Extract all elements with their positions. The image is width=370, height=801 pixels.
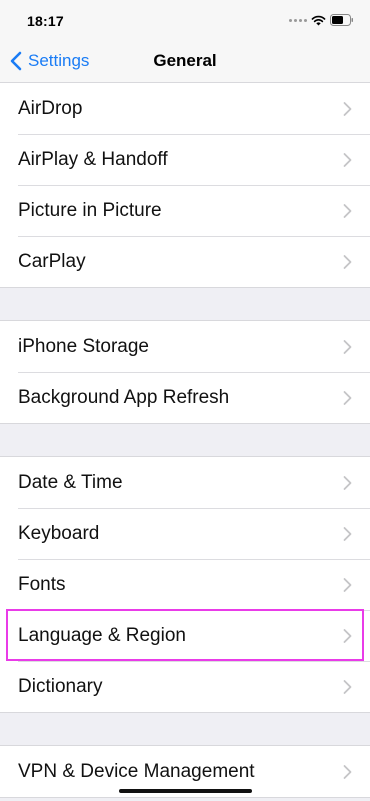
status-bar: 18:17 (0, 0, 370, 40)
home-indicator[interactable] (119, 789, 252, 793)
list-item-keyboard[interactable]: Keyboard (0, 508, 370, 559)
chevron-right-icon (343, 628, 352, 643)
settings-list: AirDrop AirPlay & Handoff Picture in Pic… (0, 83, 370, 798)
list-item-label: Picture in Picture (18, 199, 162, 221)
list-item-airplay-handoff[interactable]: AirPlay & Handoff (0, 134, 370, 185)
wifi-icon (311, 15, 326, 25)
chevron-right-icon (343, 152, 352, 167)
list-item-picture-in-picture[interactable]: Picture in Picture (0, 185, 370, 236)
list-item-date-time[interactable]: Date & Time (0, 457, 370, 508)
list-item-label: iPhone Storage (18, 335, 149, 357)
chevron-right-icon (343, 203, 352, 218)
list-item-label: VPN & Device Management (18, 760, 255, 782)
list-item-label: Keyboard (18, 522, 100, 544)
list-item-label: Background App Refresh (18, 386, 230, 408)
list-item-background-app-refresh[interactable]: Background App Refresh (0, 372, 370, 423)
section-spacer (0, 713, 370, 745)
navigation-bar: Settings General (0, 40, 370, 83)
signal-dots-icon (289, 18, 307, 22)
list-item-label: Fonts (18, 573, 66, 595)
list-item-language-region[interactable]: Language & Region (0, 610, 370, 661)
list-item-fonts[interactable]: Fonts (0, 559, 370, 610)
list-item-dictionary[interactable]: Dictionary (0, 661, 370, 712)
chevron-right-icon (343, 475, 352, 490)
status-icons (289, 14, 354, 26)
chevron-right-icon (343, 254, 352, 269)
settings-group-storage: iPhone Storage Background App Refresh (0, 320, 370, 424)
list-item-label: AirDrop (18, 97, 83, 119)
chevron-right-icon (343, 390, 352, 405)
settings-group-connectivity: AirDrop AirPlay & Handoff Picture in Pic… (0, 83, 370, 288)
battery-icon (330, 14, 353, 26)
section-spacer (0, 424, 370, 456)
chevron-right-icon (343, 101, 352, 116)
status-time: 18:17 (27, 13, 64, 29)
settings-group-locale: Date & Time Keyboard Fonts Language & Re… (0, 456, 370, 713)
chevron-right-icon (343, 577, 352, 592)
section-spacer (0, 288, 370, 320)
list-item-label: AirPlay & Handoff (18, 148, 168, 170)
list-item-label: Dictionary (18, 675, 103, 697)
chevron-right-icon (343, 339, 352, 354)
list-item-airdrop[interactable]: AirDrop (0, 83, 370, 134)
chevron-right-icon (343, 764, 352, 779)
settings-general-screen: 18:17 Settings General AirDrop AirPlay &… (0, 0, 370, 801)
list-item-label: CarPlay (18, 250, 86, 272)
list-item-label: Language & Region (18, 624, 186, 646)
list-item-label: Date & Time (18, 471, 123, 493)
chevron-right-icon (343, 679, 352, 694)
chevron-right-icon (343, 526, 352, 541)
page-title: General (153, 51, 217, 70)
list-item-iphone-storage[interactable]: iPhone Storage (0, 321, 370, 372)
list-item-carplay[interactable]: CarPlay (0, 236, 370, 287)
